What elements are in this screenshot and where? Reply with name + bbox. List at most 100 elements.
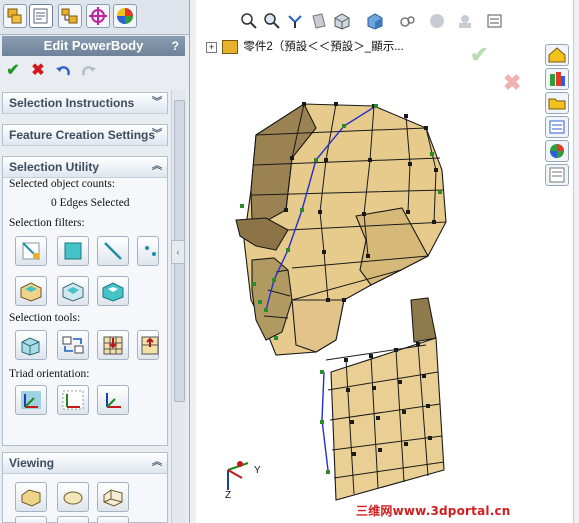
box-wireframe-icon	[103, 489, 123, 507]
folder-icon	[548, 98, 566, 110]
triad-view-icon	[106, 393, 121, 408]
section-view-icon[interactable]	[310, 12, 328, 30]
box-shaded-icon	[21, 489, 41, 507]
view-extra-button[interactable]	[15, 516, 47, 523]
group-header[interactable]: Selection Instructions ︾	[3, 93, 167, 114]
previous-view-icon[interactable]	[286, 12, 304, 30]
filter-faces-button[interactable]	[57, 236, 89, 266]
chevron-up-icon[interactable]: ︽	[152, 157, 162, 177]
filter-region-button[interactable]	[57, 276, 89, 306]
view-wireframe-button[interactable]	[97, 482, 129, 512]
view-shaded-button[interactable]	[15, 482, 47, 512]
zoom-to-fit-icon[interactable]	[240, 12, 258, 30]
home-icon	[548, 47, 566, 63]
task-pane-home-tab[interactable]	[545, 44, 569, 66]
panel-title: Edit PowerBody ?	[2, 36, 185, 56]
hide-show-items-icon[interactable]	[398, 12, 416, 30]
confirm-cancel-icon[interactable]: ✖	[503, 70, 521, 96]
tab-configuration-manager[interactable]	[58, 4, 82, 28]
task-pane-appearance-tab[interactable]	[545, 140, 569, 162]
feature-tree-icon	[7, 8, 22, 24]
group-title: Selection Instructions	[9, 96, 135, 110]
filter-edges-button[interactable]	[15, 236, 47, 266]
grid-grow-icon	[103, 336, 123, 355]
part-icon	[222, 39, 239, 54]
ok-check-icon[interactable]: ✔	[4, 62, 22, 80]
selection-filters-label: Selection filters:	[9, 217, 85, 229]
manager-tabs	[0, 0, 189, 35]
custom-properties-icon	[549, 167, 565, 183]
tab-dimxpert-manager[interactable]	[86, 4, 110, 28]
tree-item-label: 零件2（預設＜＜預設＞_顯示...	[243, 41, 404, 53]
feature-tree-flyout[interactable]: + 零件2（預設＜＜預設＞_顯示...	[206, 38, 404, 54]
undo-icon[interactable]	[54, 62, 72, 80]
tab-feature-manager[interactable]	[3, 4, 27, 28]
group-title: Viewing	[9, 456, 55, 470]
group-header[interactable]: Feature Creation Settings ︾	[3, 125, 167, 146]
triad-axes-icon	[21, 391, 41, 409]
filter-body-button[interactable]	[15, 276, 47, 306]
panel-collapse-handle[interactable]: ‹	[171, 240, 185, 264]
task-pane-properties-tab[interactable]	[545, 164, 569, 186]
invert-selection-tool-button[interactable]	[57, 330, 89, 360]
group-title: Feature Creation Settings	[9, 128, 156, 142]
triad-local-button[interactable]	[57, 385, 89, 415]
graphics-viewport[interactable]: Y Z	[196, 0, 579, 523]
view-settings-icon[interactable]	[486, 12, 504, 30]
view-orientation-icon[interactable]	[333, 12, 351, 30]
tab-property-manager[interactable]	[29, 4, 53, 28]
appearance-ball-icon	[117, 8, 133, 24]
cancel-x-icon[interactable]: ✖	[29, 62, 47, 80]
group-header[interactable]: Viewing ︽	[3, 453, 167, 474]
group-selection-instructions[interactable]: Selection Instructions ︾	[2, 92, 168, 114]
selected-counts-label: Selected object counts:	[9, 178, 116, 190]
grid-shrink-icon	[141, 336, 159, 355]
swap-arrows-icon	[62, 336, 84, 354]
zoom-to-area-icon[interactable]	[263, 12, 281, 30]
edit-appearance-icon[interactable]	[428, 12, 446, 30]
task-pane-search-tab[interactable]	[545, 116, 569, 138]
property-manager-panel: Edit PowerBody ? ✔ ✖ Selection Instructi…	[0, 0, 190, 523]
filter-shell-button[interactable]	[97, 276, 129, 306]
chevron-down-icon[interactable]: ︾	[152, 125, 162, 145]
filter-lines-button[interactable]	[97, 236, 129, 266]
apply-scene-icon[interactable]	[456, 12, 474, 30]
property-manager-icon	[33, 8, 48, 24]
group-header[interactable]: Selection Utility ︽	[3, 157, 167, 178]
triad-world-button[interactable]	[15, 385, 47, 415]
panel-scrollbar[interactable]	[171, 90, 186, 523]
task-pane-library-tab[interactable]	[545, 68, 569, 90]
crosshair-icon	[89, 7, 107, 25]
body-filter-icon	[20, 282, 42, 302]
edge-filter-icon	[22, 242, 40, 260]
confirm-ok-icon[interactable]: ✔	[470, 42, 488, 68]
face-filter-icon	[64, 242, 82, 260]
region-filter-icon	[62, 282, 84, 302]
filter-vertices-button[interactable]	[137, 236, 159, 266]
jaw-face	[291, 299, 345, 353]
view-smooth-button[interactable]	[57, 482, 89, 512]
expand-plus-icon[interactable]: +	[206, 42, 217, 53]
chevron-down-icon[interactable]: ︾	[152, 93, 162, 113]
vertex-filter-icon	[145, 246, 156, 256]
shrink-selection-tool-button[interactable]	[137, 330, 159, 360]
display-style-icon[interactable]	[366, 12, 384, 30]
watermark: 三维网www.3dportal.cn	[356, 504, 511, 518]
configuration-icon	[61, 8, 78, 24]
grow-selection-tool-button[interactable]	[97, 330, 129, 360]
head-model[interactable]	[196, 0, 579, 523]
group-title: Selection Utility	[9, 160, 100, 174]
triad-view-button[interactable]	[97, 385, 129, 415]
tab-display-manager[interactable]	[113, 4, 137, 28]
redo-icon[interactable]	[80, 62, 98, 80]
ellipsoid-icon	[63, 491, 83, 505]
group-feature-creation-settings[interactable]: Feature Creation Settings ︾	[2, 124, 168, 146]
selection-tools-label: Selection tools:	[9, 312, 81, 324]
view-extra-button[interactable]	[97, 516, 129, 523]
view-extra-button[interactable]	[57, 516, 89, 523]
task-pane-explorer-tab[interactable]	[545, 92, 569, 114]
help-button[interactable]: ?	[172, 36, 179, 56]
select-all-tool-button[interactable]	[15, 330, 47, 360]
selected-counts-value: 0 Edges Selected	[51, 197, 130, 209]
chevron-up-icon[interactable]: ︽	[152, 453, 162, 473]
